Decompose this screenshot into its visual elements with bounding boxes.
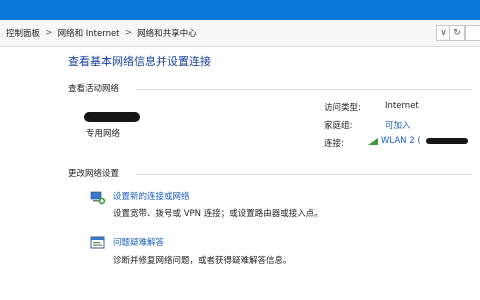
breadcrumb-network-sharing-center[interactable]: 网络和共享中心 bbox=[137, 27, 197, 39]
breadcrumb: 控制面板 > 网络和 Internet > 网络和共享中心 bbox=[6, 27, 197, 39]
homegroup-label: 家庭组: bbox=[324, 121, 353, 131]
troubleshoot-problems-link[interactable]: 问题疑难解答 bbox=[113, 236, 164, 248]
section-divider bbox=[136, 89, 472, 90]
homegroup-join-link[interactable]: 可加入 bbox=[385, 119, 411, 131]
window-title-strip bbox=[0, 0, 480, 20]
connections-label: 连接: bbox=[324, 139, 344, 149]
connection-name[interactable]: WLAN 2 ( bbox=[381, 136, 421, 146]
breadcrumb-control-panel[interactable]: 控制面板 bbox=[6, 27, 40, 39]
setup-new-connection-link[interactable]: 设置新的连接或网络 bbox=[113, 190, 190, 202]
search-box[interactable] bbox=[465, 25, 480, 41]
breadcrumb-separator-icon[interactable]: > bbox=[125, 28, 133, 38]
new-connection-icon bbox=[90, 191, 106, 205]
refresh-icon: ↻ bbox=[453, 28, 461, 38]
active-networks-heading: 查看活动网络 bbox=[68, 84, 120, 94]
address-dropdown-button[interactable]: ∨ bbox=[436, 25, 450, 41]
change-settings-heading: 更改网络设置 bbox=[68, 169, 120, 179]
troubleshoot-icon bbox=[90, 236, 105, 249]
network-type-label: 专用网络 bbox=[86, 129, 121, 139]
access-type-value: Internet bbox=[385, 101, 419, 111]
wifi-signal-icon bbox=[368, 137, 378, 145]
connection-name-redacted bbox=[425, 138, 468, 144]
breadcrumb-network-internet[interactable]: 网络和 Internet bbox=[58, 27, 120, 39]
breadcrumb-separator-icon[interactable]: > bbox=[45, 28, 53, 38]
section-divider bbox=[136, 174, 472, 175]
network-name-redacted bbox=[84, 112, 140, 122]
refresh-button[interactable]: ↻ bbox=[449, 25, 465, 41]
troubleshoot-problems-description: 诊断并修复网络问题，或者获得疑难解答信息。 bbox=[113, 256, 292, 266]
access-type-label: 访问类型: bbox=[324, 103, 361, 113]
page-title: 查看基本网络信息并设置连接 bbox=[68, 55, 211, 68]
address-bar: 控制面板 > 网络和 Internet > 网络和共享中心 ∨ ↻ bbox=[0, 20, 480, 47]
connection-wlan-link[interactable]: WLAN 2 ( bbox=[368, 136, 468, 146]
chevron-down-icon: ∨ bbox=[440, 28, 447, 38]
setup-new-connection-description: 设置宽带、拨号或 VPN 连接；或设置路由器或接入点。 bbox=[113, 209, 323, 219]
